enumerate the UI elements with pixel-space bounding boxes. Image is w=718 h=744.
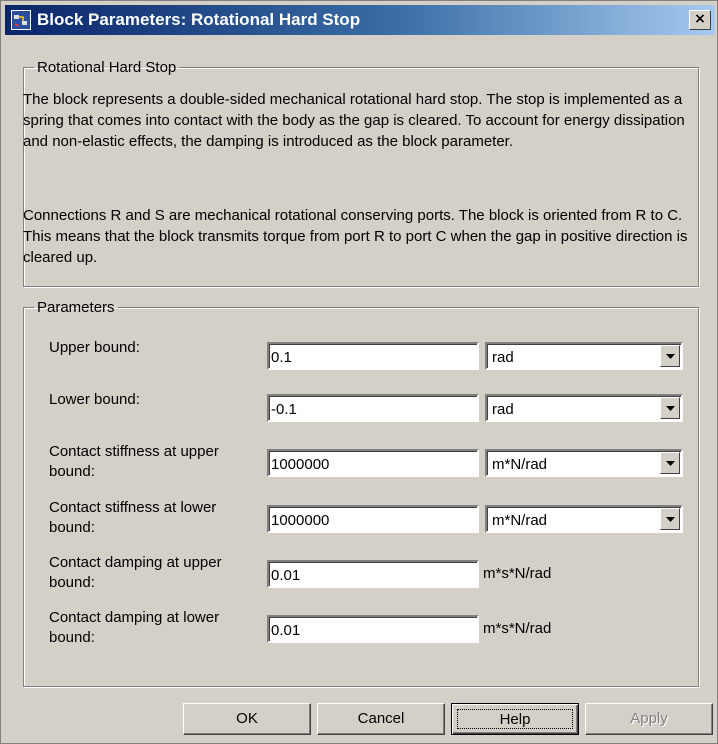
contact-stiffness-upper-unit-select[interactable]: m*N/rad	[485, 449, 683, 477]
chevron-down-icon	[666, 461, 675, 466]
lower-bound-unit-dropdown-button[interactable]	[660, 397, 680, 419]
description-group-title: Rotational Hard Stop	[37, 59, 177, 76]
contact-damping-lower-input[interactable]: 0.01	[267, 615, 479, 643]
simulink-block-icon	[11, 10, 31, 30]
chevron-down-icon	[666, 517, 675, 522]
apply-button[interactable]: Apply	[585, 703, 713, 735]
cancel-button-label: Cancel	[357, 710, 405, 727]
contact-stiffness-lower-unit-value: m*N/rad	[492, 512, 548, 529]
window-title: Block Parameters: Rotational Hard Stop	[37, 10, 361, 29]
contact-damping-upper-label: Contact damping at upper bound:	[49, 554, 222, 591]
contact-stiffness-lower-unit-select[interactable]: m*N/rad	[485, 505, 683, 533]
contact-stiffness-upper-input[interactable]: 1000000	[267, 449, 479, 477]
contact-damping-upper-input[interactable]: 0.01	[267, 560, 479, 588]
focus-rectangle: Help	[457, 709, 573, 729]
contact-damping-upper-unit: m*s*N/rad	[483, 565, 552, 582]
contact-stiffness-upper-label: Contact stiffness at upper bound:	[49, 443, 219, 480]
contact-damping-lower-unit: m*s*N/rad	[483, 620, 552, 637]
cancel-button[interactable]: Cancel	[317, 703, 445, 735]
lower-bound-label: Lower bound:	[49, 391, 140, 408]
contact-stiffness-upper-unit-dropdown-button[interactable]	[660, 452, 680, 474]
description-paragraph-1: The block represents a double-sided mech…	[23, 91, 685, 150]
upper-bound-label: Upper bound:	[49, 339, 140, 356]
close-button[interactable]: ×	[689, 10, 711, 30]
description-paragraph-2: Connections R and S are mechanical rotat…	[23, 207, 688, 266]
block-parameters-dialog: Block Parameters: Rotational Hard Stop ×…	[0, 0, 718, 744]
help-button-label: Help	[499, 711, 531, 728]
chevron-down-icon	[666, 354, 675, 359]
close-icon: ×	[694, 11, 706, 27]
lower-bound-unit-value: rad	[492, 401, 514, 418]
upper-bound-unit-dropdown-button[interactable]	[660, 345, 680, 367]
apply-button-label: Apply	[630, 710, 668, 727]
title-bar[interactable]: Block Parameters: Rotational Hard Stop ×	[5, 5, 715, 35]
lower-bound-unit-select[interactable]: rad	[485, 394, 683, 422]
contact-stiffness-lower-input[interactable]: 1000000	[267, 505, 479, 533]
lower-bound-input[interactable]: -0.1	[267, 394, 479, 422]
upper-bound-input[interactable]: 0.1	[267, 342, 479, 370]
contact-stiffness-lower-label: Contact stiffness at lower bound:	[49, 499, 217, 536]
contact-damping-lower-label: Contact damping at lower bound:	[49, 609, 220, 646]
parameters-group-title: Parameters	[37, 299, 115, 316]
chevron-down-icon	[666, 406, 675, 411]
ok-button-label: OK	[236, 710, 258, 727]
upper-bound-unit-select[interactable]: rad	[485, 342, 683, 370]
upper-bound-unit-value: rad	[492, 349, 514, 366]
contact-stiffness-upper-unit-value: m*N/rad	[492, 456, 548, 473]
help-button[interactable]: Help	[451, 703, 579, 735]
contact-stiffness-lower-unit-dropdown-button[interactable]	[660, 508, 680, 530]
ok-button[interactable]: OK	[183, 703, 311, 735]
